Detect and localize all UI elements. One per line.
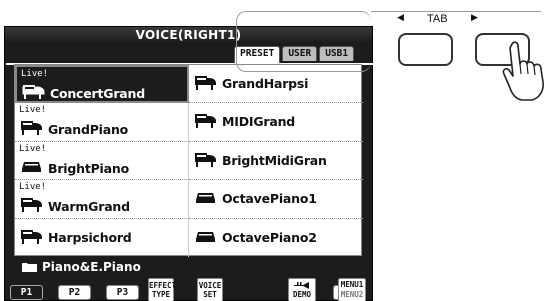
- trumpet-icon: [294, 282, 309, 289]
- voice-item-brightmidigran[interactable]: BrightMidiGran: [189, 142, 363, 181]
- voice-item-harpsichord[interactable]: Harpsichord: [15, 218, 189, 257]
- voice-name: ConcertGrand: [50, 86, 145, 101]
- menu1-label: MENU1: [340, 280, 364, 289]
- voice-name: BrightMidiGran: [222, 152, 327, 168]
- menu-button[interactable]: MENU1 MENU2: [338, 278, 366, 301]
- grand-piano-icon: [194, 152, 217, 167]
- voice-name: MIDIGrand: [222, 114, 296, 130]
- effect-type-line1: EFFECT: [149, 281, 177, 290]
- voice-item-octavepiano2[interactable]: OctavePiano2: [189, 219, 363, 257]
- demo-label: DEMO: [292, 290, 312, 299]
- voice-name: GrandHarpsi: [222, 76, 309, 91]
- voice-item-brightpiano[interactable]: Live! BrightPiano: [15, 141, 189, 181]
- voice-name: OctavePiano2: [222, 229, 317, 245]
- voice-name: BrightPiano: [48, 160, 129, 176]
- voice-name: GrandPiano: [48, 122, 129, 138]
- voice-name: WarmGrand: [48, 199, 130, 215]
- callout-line: [371, 11, 541, 12]
- bank-path[interactable]: Piano&E.Piano: [14, 259, 362, 275]
- voice-item-grandpiano[interactable]: Live! GrandPiano: [15, 103, 189, 142]
- upright-piano-icon: [194, 229, 217, 244]
- demo-button[interactable]: DEMO: [288, 278, 316, 301]
- grand-piano-icon: [20, 197, 43, 213]
- voice-item-octavepiano1[interactable]: OctavePiano1: [189, 180, 363, 219]
- right-arrow-icon: ▶: [471, 13, 478, 23]
- voice-set-line1: VOICE: [198, 281, 222, 290]
- voice-name: Harpsichord: [48, 229, 132, 245]
- page-button-p2[interactable]: P2: [58, 285, 91, 300]
- grand-piano-icon: [20, 120, 43, 136]
- page-button-p1[interactable]: P1: [10, 285, 43, 300]
- live-badge: Live!: [19, 105, 47, 116]
- folder-icon: [22, 262, 37, 272]
- voice-item-midigrand[interactable]: MIDIGrand: [189, 103, 363, 142]
- grand-piano-icon: [194, 113, 217, 129]
- tab-left-button[interactable]: [398, 33, 453, 66]
- voice-item-concertgrand[interactable]: Live! ConcertGrand: [15, 65, 189, 104]
- voice-item-warmgrand[interactable]: Live! WarmGrand: [15, 180, 189, 219]
- tab-hardware-label: TAB: [427, 13, 448, 25]
- voice-set-button[interactable]: VOICE SET: [197, 278, 223, 301]
- upright-piano-icon: [194, 190, 217, 205]
- bank-label: Piano&E.Piano: [42, 260, 141, 274]
- grand-piano-icon: [22, 84, 45, 99]
- grand-piano-icon: [194, 75, 217, 90]
- effect-type-line2: TYPE: [151, 290, 171, 299]
- grand-piano-icon: [20, 229, 43, 244]
- tab-callout-frame: [236, 11, 371, 72]
- effect-type-button[interactable]: EFFECT TYPE: [148, 278, 177, 301]
- live-badge: Live!: [19, 182, 47, 193]
- upright-piano-icon: [20, 159, 43, 174]
- live-badge: Live!: [19, 143, 47, 154]
- menu2-label: MENU2: [340, 290, 364, 299]
- voice-set-line2: SET: [203, 290, 217, 299]
- pointing-hand-icon: [498, 40, 550, 102]
- page-button-p3[interactable]: P3: [106, 285, 139, 300]
- live-badge: Live!: [21, 69, 49, 79]
- left-arrow-icon: ◀: [397, 13, 404, 23]
- voice-list: Live! ConcertGrand GrandHarpsi Live! Gra…: [14, 64, 363, 257]
- voice-name: OctavePiano1: [222, 191, 317, 207]
